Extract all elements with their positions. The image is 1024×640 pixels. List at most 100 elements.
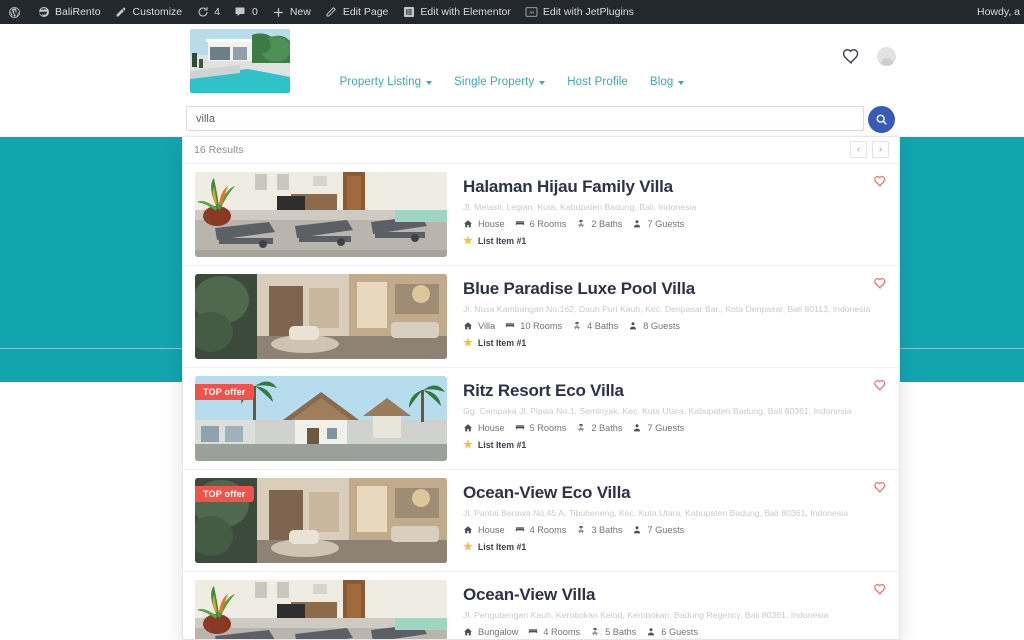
admin-bar-customize-label: Customize [132, 6, 183, 18]
pencil-icon [115, 6, 128, 19]
admin-bar-item-wordpress[interactable] [0, 0, 30, 24]
favorite-heart-icon[interactable] [873, 378, 887, 392]
property-title[interactable]: Ocean-View Eco Villa [463, 483, 889, 503]
prev-page-button[interactable]: ‹ [850, 141, 867, 158]
property-card-body: Halaman Hijau Family Villa Jl. Melasti, … [447, 172, 889, 247]
admin-bar-item-updates[interactable]: 4 [189, 0, 227, 24]
home-icon [463, 321, 473, 331]
meta-guests: 8 Guests [628, 321, 680, 331]
admin-bar-jetplugins-label: Edit with JetPlugins [542, 6, 634, 18]
result-card-5[interactable]: Ocean-View Villa Jl. Pengubengan Kauh, K… [183, 572, 899, 639]
meta-rooms: 10 Rooms [505, 321, 562, 331]
property-address: Jl. Pantai Berawa No.45 A, Tibubeneng, K… [463, 507, 848, 518]
admin-bar-item-comments[interactable]: 0 [227, 0, 265, 24]
property-thumbnail[interactable] [195, 580, 447, 639]
nav-item-property-listing[interactable]: Property Listing [340, 76, 433, 88]
admin-bar-item-customize[interactable]: Customize [108, 0, 190, 24]
svg-text:Jet: Jet [529, 10, 535, 15]
wp-admin-bar: BaliRento Customize 4 0 New Edit Page Ed… [0, 0, 1024, 24]
admin-bar-item-site[interactable]: BaliRento [30, 0, 108, 24]
admin-bar-new-label: New [289, 6, 311, 18]
bed-icon [505, 321, 515, 331]
admin-bar-howdy[interactable]: Howdy, a [977, 0, 1024, 24]
result-card-2[interactable]: Blue Paradise Luxe Pool Villa Jl. Nusa K… [183, 266, 899, 368]
search-input[interactable] [186, 106, 864, 131]
results-count: 16 Results [194, 144, 244, 156]
property-card-body: Ocean-View Villa Jl. Pengubengan Kauh, K… [447, 580, 889, 639]
property-tag-label: List Item #1 [477, 440, 527, 451]
meta-guests: 6 Guests [646, 627, 698, 637]
property-tag-label: List Item #1 [477, 542, 527, 553]
meta-type: House [463, 423, 505, 433]
person-icon [632, 423, 642, 433]
meta-type: House [463, 219, 505, 229]
admin-bar-item-new[interactable]: New [265, 0, 318, 24]
property-card-body: Blue Paradise Luxe Pool Villa Jl. Nusa K… [447, 274, 889, 349]
bath-icon [576, 423, 586, 433]
property-tag: ★ List Item #1 [463, 234, 889, 247]
result-card-4[interactable]: TOP offer Ocean-View Eco Villa Jl. Panta… [183, 470, 899, 572]
meta-rooms: 5 Rooms [515, 423, 566, 433]
favorite-heart-icon[interactable] [873, 276, 887, 290]
nav-label-single-property: Single Property [454, 76, 535, 88]
chevron-down-icon [426, 80, 433, 85]
nav-item-blog[interactable]: Blog [650, 76, 685, 88]
nav-item-single-property[interactable]: Single Property [454, 76, 546, 88]
admin-bar-elementor-label: Edit with Elementor [420, 6, 511, 18]
star-icon: ★ [463, 438, 473, 451]
star-icon: ★ [463, 336, 473, 349]
bath-icon [576, 525, 586, 535]
elementor-icon [402, 6, 415, 19]
person-icon [632, 525, 642, 535]
admin-bar-item-jetplugins[interactable]: Jet Edit with JetPlugins [518, 0, 641, 24]
meta-rooms: 6 Rooms [515, 219, 566, 229]
meta-type: Bungalow [463, 627, 518, 637]
result-card-3[interactable]: TOP offer Ritz Resort Eco Villa Gg. Cemp… [183, 368, 899, 470]
property-thumbnail[interactable]: TOP offer [195, 478, 447, 563]
property-meta: Villa 10 Rooms 4 Baths 8 Guests [463, 321, 889, 331]
property-meta: House 6 Rooms 2 Baths 7 Guests [463, 219, 889, 229]
home-icon [463, 423, 473, 433]
results-pager: ‹ › [850, 141, 889, 158]
property-thumbnail[interactable] [195, 172, 447, 257]
meta-baths: 4 Baths [572, 321, 618, 331]
favorite-heart-icon[interactable] [873, 480, 887, 494]
favorite-heart-icon[interactable] [873, 582, 887, 596]
search-icon [875, 113, 888, 126]
property-title[interactable]: Ocean-View Villa [463, 585, 889, 605]
property-thumbnail[interactable]: TOP offer [195, 376, 447, 461]
meta-guests: 7 Guests [632, 219, 684, 229]
nav-label-host-profile: Host Profile [567, 76, 628, 88]
bed-icon [515, 219, 525, 229]
bed-icon [515, 423, 525, 433]
property-title[interactable]: Blue Paradise Luxe Pool Villa [463, 279, 889, 299]
star-icon: ★ [463, 234, 473, 247]
avatar[interactable] [877, 46, 896, 66]
favorite-heart-icon[interactable] [873, 174, 887, 188]
main-navigation: Property Listing Single Property Host Pr… [0, 76, 1024, 88]
property-title[interactable]: Ritz Resort Eco Villa [463, 381, 889, 401]
property-address: Jl. Pengubengan Kauh, Kerobokan Kelod, K… [463, 609, 829, 620]
person-icon [628, 321, 638, 331]
admin-bar-item-elementor[interactable]: Edit with Elementor [395, 0, 517, 24]
top-offer-badge: TOP offer [195, 384, 255, 400]
home-icon [463, 219, 473, 229]
admin-bar-item-edit-page[interactable]: Edit Page [318, 0, 396, 24]
property-title[interactable]: Halaman Hijau Family Villa [463, 177, 889, 197]
meta-rooms: 4 Rooms [515, 525, 566, 535]
nav-item-host-profile[interactable]: Host Profile [567, 76, 628, 88]
site-icon [37, 6, 50, 19]
meta-rooms: 4 Rooms [528, 627, 580, 637]
heart-icon[interactable] [841, 46, 861, 66]
home-icon [463, 525, 473, 535]
next-page-button[interactable]: › [872, 141, 889, 158]
property-tag: ★ List Item #1 [463, 438, 889, 451]
result-card-1[interactable]: Halaman Hijau Family Villa Jl. Melasti, … [183, 164, 899, 266]
property-meta: Bungalow 4 Rooms 5 Baths 6 Guests [463, 627, 889, 637]
meta-baths: 5 Baths [590, 627, 636, 637]
property-thumbnail[interactable] [195, 274, 447, 359]
person-icon [632, 219, 642, 229]
meta-baths: 2 Baths [576, 219, 622, 229]
search-button[interactable] [868, 106, 895, 133]
admin-bar-comments-count: 0 [251, 6, 258, 18]
